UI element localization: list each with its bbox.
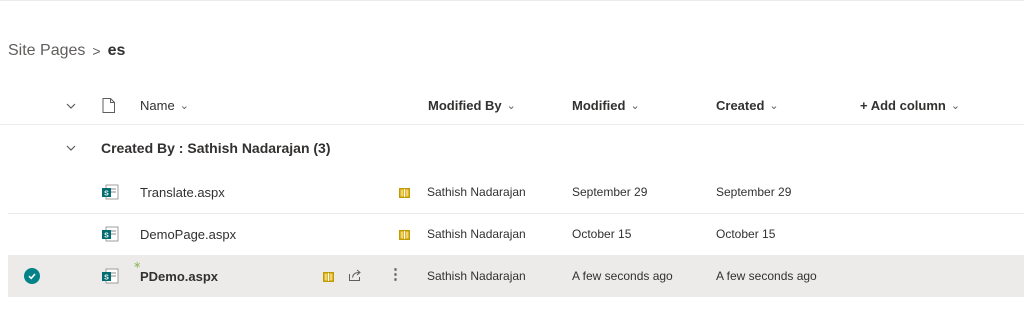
sharepoint-page-icon: S <box>101 183 119 201</box>
breadcrumb-current: es <box>107 42 126 59</box>
table-row[interactable]: S Translate.aspx Sathish Nadarajan Septe… <box>8 171 1024 214</box>
created-cell: A few seconds ago <box>716 269 817 283</box>
book-icon[interactable] <box>399 229 410 240</box>
sharepoint-page-icon: S <box>101 225 119 243</box>
table-row-selected[interactable]: S ∗ PDemo.aspx ⋮ Sathish Nadarajan A few… <box>8 255 1024 297</box>
svg-text:S: S <box>104 191 109 198</box>
svg-text:S: S <box>104 233 109 240</box>
modified-by-cell[interactable]: Sathish Nadarajan <box>427 255 526 297</box>
chevron-down-icon: ⌄ <box>950 100 961 112</box>
book-icon[interactable] <box>399 187 410 198</box>
add-column-button[interactable]: + Add column ⌄ <box>860 87 960 124</box>
document-icon[interactable] <box>102 98 115 113</box>
column-created[interactable]: Created ⌄ <box>716 87 779 124</box>
file-name[interactable]: DemoPage.aspx <box>140 213 236 255</box>
modified-cell: A few seconds ago <box>572 269 673 283</box>
modified-cell: October 15 <box>572 227 632 241</box>
group-title: Created By : Sathish Nadarajan (3) <box>101 139 331 156</box>
file-name[interactable]: PDemo.aspx <box>140 255 218 297</box>
created-cell: October 15 <box>716 227 776 241</box>
modified-by-cell[interactable]: Sathish Nadarajan <box>427 213 526 255</box>
top-divider <box>0 0 1024 1</box>
collapse-all-chevron-down-icon[interactable] <box>65 100 77 112</box>
modified-by-cell[interactable]: Sathish Nadarajan <box>427 171 526 213</box>
column-name[interactable]: Name ⌄ <box>140 87 189 124</box>
svg-text:S: S <box>104 275 109 282</box>
breadcrumb-separator: > <box>92 43 101 59</box>
share-icon[interactable] <box>348 268 362 282</box>
breadcrumb-root[interactable]: Site Pages <box>8 42 85 60</box>
sharepoint-page-icon: S <box>101 267 119 285</box>
table-row[interactable]: S DemoPage.aspx Sathish Nadarajan Octobe… <box>8 213 1024 256</box>
group-header: Created By : Sathish Nadarajan (3) <box>0 125 1024 170</box>
column-modified[interactable]: Modified ⌄ <box>572 87 640 124</box>
chevron-down-icon: ⌄ <box>769 100 779 112</box>
column-header: Name ⌄ Modified By ⌄ Modified ⌄ Created ⌄ + … <box>0 87 1024 125</box>
file-name[interactable]: Translate.aspx <box>140 171 225 213</box>
column-modified-by[interactable]: Modified By ⌄ <box>428 87 516 124</box>
breadcrumb: Site Pages > es <box>8 40 125 62</box>
created-cell: September 29 <box>716 185 792 199</box>
chevron-down-icon: ⌄ <box>630 100 640 112</box>
modified-cell: September 29 <box>572 185 648 199</box>
group-chevron-down-icon[interactable] <box>65 141 77 153</box>
chevron-down-icon: ⌄ <box>179 100 189 112</box>
check-circle-icon[interactable] <box>24 268 40 284</box>
chevron-down-icon: ⌄ <box>506 100 516 112</box>
more-icon[interactable]: ⋮ <box>388 265 403 283</box>
book-icon[interactable] <box>323 271 334 282</box>
